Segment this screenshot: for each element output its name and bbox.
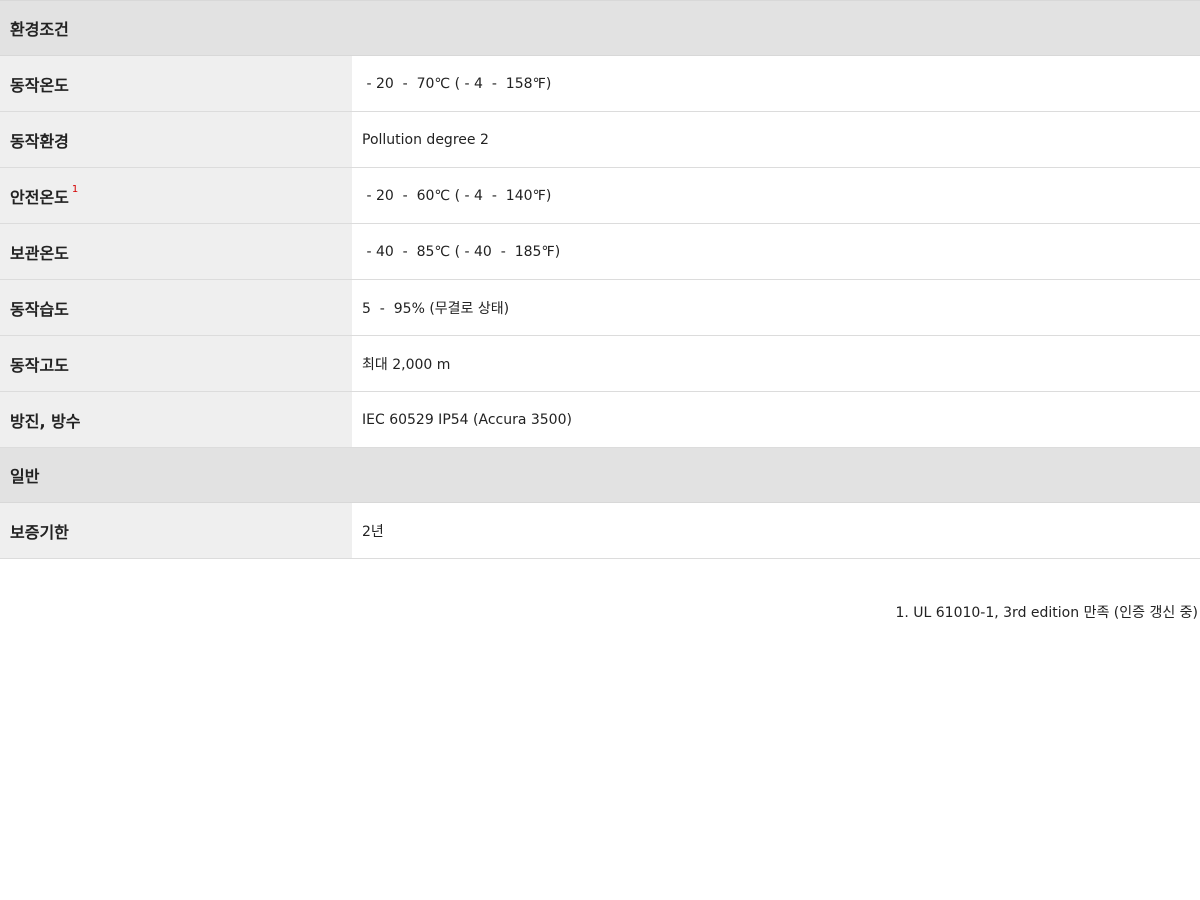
row-value: IEC 60529 IP54 (Accura 3500): [352, 392, 1200, 447]
row-value: - 20 - 60℃ ( - 4 - 140℉): [352, 168, 1200, 223]
table-row: 동작온도 - 20 - 70℃ ( - 4 - 158℉): [0, 56, 1200, 112]
table-row: 보관온도 - 40 - 85℃ ( - 40 - 185℉): [0, 224, 1200, 280]
row-value: 2년: [352, 503, 1200, 558]
row-label: 동작환경: [0, 112, 352, 167]
footnote-marker: 1: [71, 184, 79, 195]
footnote-text: 1. UL 61010-1, 3rd edition 만족 (인증 갱신 중): [895, 605, 1198, 621]
row-label: 동작고도: [0, 336, 352, 391]
table-row: 동작환경 Pollution degree 2: [0, 112, 1200, 168]
row-value: - 20 - 70℃ ( - 4 - 158℉): [352, 56, 1200, 111]
row-label: 보증기한: [0, 503, 352, 558]
row-value: 5 - 95% (무결로 상태): [352, 280, 1200, 335]
table-row: 방진, 방수 IEC 60529 IP54 (Accura 3500): [0, 392, 1200, 448]
row-label-with-footnote: 안전온도 1: [0, 168, 352, 223]
spec-table: 환경조건 동작온도 - 20 - 70℃ ( - 4 - 158℉) 동작환경 …: [0, 0, 1200, 559]
section-header-environment: 환경조건: [0, 1, 1200, 56]
row-label: 동작습도: [0, 280, 352, 335]
section-header-general: 일반: [0, 448, 1200, 503]
row-label: 동작온도: [0, 56, 352, 111]
row-value: - 40 - 85℃ ( - 40 - 185℉): [352, 224, 1200, 279]
table-row: 안전온도 1 - 20 - 60℃ ( - 4 - 140℉): [0, 168, 1200, 224]
row-label: 안전온도: [10, 187, 69, 207]
row-label: 방진, 방수: [0, 392, 352, 447]
row-value: Pollution degree 2: [352, 112, 1200, 167]
row-value: 최대 2,000 m: [352, 336, 1200, 391]
table-row: 보증기한 2년: [0, 503, 1200, 559]
row-label: 보관온도: [0, 224, 352, 279]
table-row: 동작고도 최대 2,000 m: [0, 336, 1200, 392]
table-row: 동작습도 5 - 95% (무결로 상태): [0, 280, 1200, 336]
